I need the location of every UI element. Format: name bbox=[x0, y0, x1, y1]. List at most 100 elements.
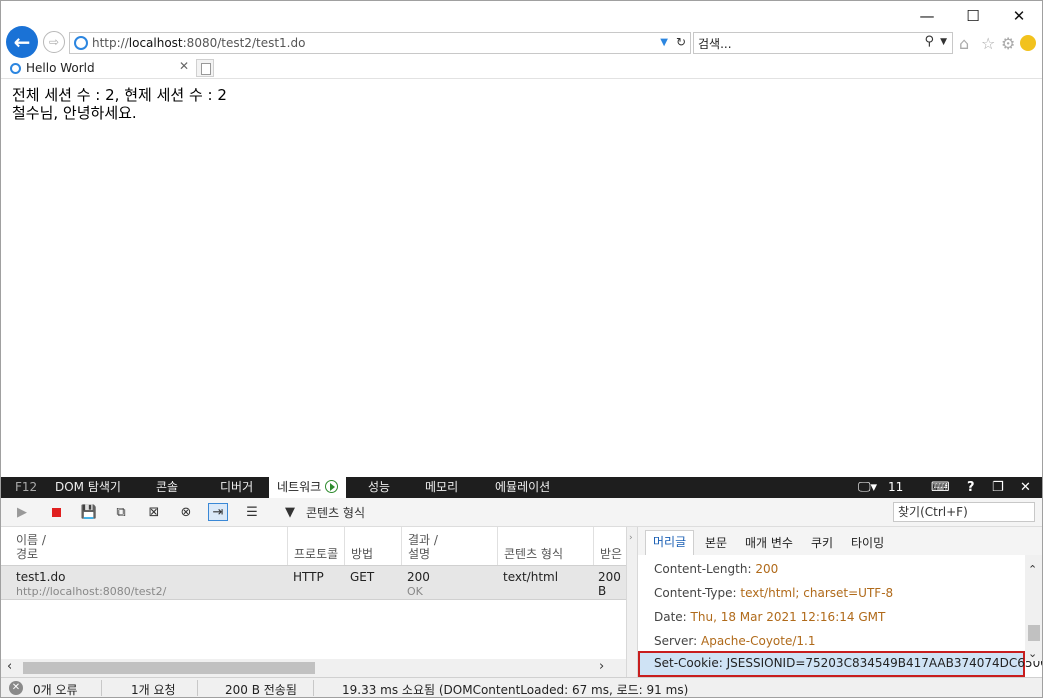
column-header-content-type[interactable]: 콘텐츠 형식 bbox=[498, 527, 594, 565]
tab-headers[interactable]: 머리글 bbox=[645, 530, 695, 555]
column-path-label: 경로 bbox=[16, 547, 39, 561]
header-value: Apache-Coyote/1.1 bbox=[701, 634, 816, 648]
search-dropdown-icon[interactable]: ▼ bbox=[940, 37, 947, 47]
scroll-right-icon[interactable]: › bbox=[599, 659, 604, 674]
devtools-close-icon[interactable]: ✕ bbox=[1020, 477, 1031, 498]
session-count-text: 전체 세션 수 : 2, 현제 세션 수 : 2 bbox=[12, 86, 227, 104]
table-row[interactable]: test1.do http://localhost:8080/test2/ HT… bbox=[1, 565, 626, 600]
tab-network-label: 네트워크 bbox=[277, 480, 322, 494]
gear-icon[interactable]: ⚙ bbox=[1001, 34, 1015, 53]
error-count[interactable]: 0개 오류 bbox=[33, 681, 78, 697]
tab-cookies[interactable]: 쿠키 bbox=[811, 534, 833, 551]
tab-debugger[interactable]: 디버거 bbox=[218, 477, 255, 498]
favorites-star-icon[interactable]: ☆ bbox=[981, 34, 995, 53]
stop-profiling-button[interactable] bbox=[46, 503, 66, 521]
tab-timing[interactable]: 타이밍 bbox=[851, 534, 884, 551]
tab-close-icon[interactable]: ✕ bbox=[179, 59, 189, 73]
header-key: Content-Length: bbox=[654, 562, 756, 576]
forward-button[interactable]: ⇨ bbox=[43, 31, 65, 53]
scrollbar-thumb[interactable] bbox=[1028, 625, 1040, 641]
scroll-down-icon[interactable]: ⌄ bbox=[1028, 647, 1037, 660]
address-dropdown-icon[interactable]: ▼ bbox=[660, 35, 668, 51]
greeting-text: 철수님, 안녕하세요. bbox=[12, 104, 137, 122]
column-protocol-label: 프로토콜 bbox=[294, 547, 339, 561]
home-icon[interactable]: ⌂ bbox=[959, 34, 969, 53]
ie-page-icon bbox=[74, 36, 88, 50]
grid-horizontal-scrollbar[interactable]: ‹ › bbox=[1, 659, 626, 677]
url-host: localhost bbox=[128, 36, 183, 50]
tab-divider bbox=[1, 78, 1042, 79]
start-profiling-button[interactable]: ▶ bbox=[12, 503, 32, 521]
set-cookie-header-highlighted[interactable]: Set-Cookie: JSESSIONID=75203C834549B417A… bbox=[638, 651, 1042, 677]
content-type-filter-label[interactable]: 콘텐츠 형식 bbox=[306, 504, 365, 521]
filter-button[interactable]: ▼ bbox=[279, 503, 301, 521]
refresh-icon[interactable]: ↻ bbox=[676, 35, 686, 51]
tab-body[interactable]: 본문 bbox=[705, 534, 727, 551]
tab-emulation[interactable]: 에뮬레이션 bbox=[493, 477, 552, 498]
network-toolbar: ▶ 💾 ⧉ ⊠ ⊗ ⇥ ☰ ▼ 콘텐츠 형식 찾기(Ctrl+F) bbox=[1, 498, 1042, 527]
find-input[interactable]: 찾기(Ctrl+F) bbox=[893, 502, 1035, 522]
scroll-up-icon[interactable]: ⌃ bbox=[1028, 563, 1037, 576]
feedback-smiley-icon[interactable] bbox=[1020, 35, 1036, 51]
maximize-button[interactable]: ☐ bbox=[950, 1, 996, 31]
forward-arrow-icon: ⇨ bbox=[48, 35, 60, 49]
header-line: Server: Apache-Coyote/1.1 bbox=[654, 634, 815, 648]
pane-splitter[interactable]: › bbox=[626, 527, 638, 677]
address-bar[interactable]: http://localhost:8080/test2/test1.do ▼ ↻ bbox=[69, 32, 691, 54]
clear-entries-button[interactable]: ☰ bbox=[242, 503, 262, 521]
request-protocol: HTTP bbox=[293, 570, 324, 584]
column-header-name[interactable]: 이름 / 경로 bbox=[10, 527, 288, 565]
column-header-protocol[interactable]: 프로토콜 bbox=[288, 527, 345, 565]
request-count: 1개 요청 bbox=[131, 683, 176, 697]
tab-network[interactable]: 네트워크 bbox=[269, 477, 347, 498]
clear-cache-icon: ⊗ bbox=[180, 504, 192, 520]
new-tab-button[interactable] bbox=[196, 59, 214, 77]
minimize-button[interactable]: — bbox=[904, 1, 950, 31]
browser-tab[interactable]: Hello World ✕ bbox=[4, 58, 193, 78]
scrollbar-thumb[interactable] bbox=[23, 662, 315, 674]
clear-cookies-button[interactable]: ⇥ bbox=[208, 503, 228, 521]
stop-icon bbox=[51, 507, 61, 517]
tab-parameters[interactable]: 매개 변수 bbox=[745, 534, 793, 551]
collapse-chevron-icon[interactable]: › bbox=[629, 533, 633, 543]
search-icon[interactable]: ⚲ bbox=[924, 34, 934, 49]
scroll-left-icon[interactable]: ‹ bbox=[7, 659, 12, 674]
monitor-icon[interactable]: 🖵▾ bbox=[858, 477, 877, 498]
header-key: Date: bbox=[654, 610, 691, 624]
clear-cache-button[interactable]: ⊗ bbox=[176, 503, 196, 521]
search-box[interactable]: 검색... ⚲ ▼ bbox=[693, 32, 953, 54]
search-placeholder: 검색... bbox=[698, 36, 732, 51]
request-content-type: text/html bbox=[503, 570, 559, 584]
undock-icon[interactable]: ❐ bbox=[992, 477, 1004, 498]
column-header-method[interactable]: 방법 bbox=[345, 527, 402, 565]
request-path: http://localhost:8080/test2/ bbox=[16, 585, 167, 598]
back-button[interactable]: ← bbox=[6, 26, 38, 58]
header-line: Content-Type: text/html; charset=UTF-8 bbox=[654, 586, 893, 600]
tab-performance[interactable]: 성능 bbox=[366, 477, 392, 498]
column-header-received[interactable]: 받은 bbox=[594, 527, 626, 565]
tab-memory[interactable]: 메모리 bbox=[423, 477, 460, 498]
detail-tab-bar: 머리글 본문 매개 변수 쿠키 타이밍 bbox=[638, 527, 1042, 555]
clear-session-button[interactable]: ⊠ bbox=[144, 503, 164, 521]
filter-icon: ▼ bbox=[285, 504, 295, 520]
request-description: OK bbox=[407, 585, 423, 598]
header-key: Server: bbox=[654, 634, 701, 648]
column-method-label: 방법 bbox=[351, 547, 374, 561]
headers-vertical-scrollbar[interactable]: ⌃ ⌄ bbox=[1025, 555, 1042, 661]
console-prompt-icon[interactable]: ⌨ bbox=[931, 477, 950, 498]
column-header-result[interactable]: 결과 / 설명 bbox=[402, 527, 498, 565]
tab-title: Hello World bbox=[26, 61, 95, 75]
page-content: 전체 세션 수 : 2, 현제 세션 수 : 2 철수님, 안녕하세요. bbox=[12, 86, 227, 122]
list-clear-icon: ☰ bbox=[246, 504, 258, 520]
back-arrow-icon: ← bbox=[13, 30, 31, 54]
help-icon[interactable]: ? bbox=[967, 477, 975, 498]
export-har-button[interactable]: 💾 bbox=[79, 503, 99, 521]
tab-dom-explorer[interactable]: DOM 탐색기 bbox=[53, 477, 123, 498]
header-key: Content-Type: bbox=[654, 586, 741, 600]
import-button[interactable]: ⧉ bbox=[111, 503, 131, 521]
instance-count: 11 bbox=[888, 480, 904, 494]
devtools-tab-bar: F12 DOM 탐색기 콘솔 디버거 네트워크 성능 메모리 에뮬레이션 🖵▾ … bbox=[1, 477, 1042, 498]
tab-console[interactable]: 콘솔 bbox=[154, 477, 180, 498]
close-window-button[interactable]: ✕ bbox=[996, 1, 1042, 31]
header-value: Thu, 18 Mar 2021 12:16:14 GMT bbox=[690, 610, 886, 624]
